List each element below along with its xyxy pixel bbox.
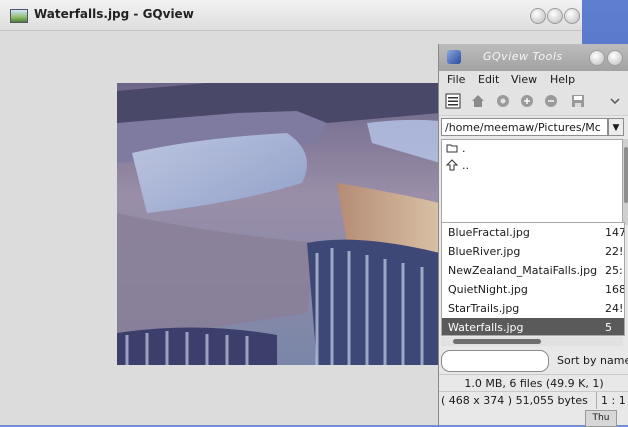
gqview-icon bbox=[447, 50, 461, 64]
file-name: Waterfalls.jpg bbox=[448, 321, 524, 334]
zoom-level: 1 : 1 bbox=[596, 392, 626, 409]
menu-help[interactable]: Help bbox=[550, 73, 575, 86]
file-row[interactable]: NewZealand_MataiFalls.jpg 25: bbox=[442, 261, 624, 280]
file-size: 5 bbox=[605, 321, 612, 334]
path-dropdown-chevron-icon[interactable]: ▼ bbox=[608, 118, 624, 136]
file-name: QuietNight.jpg bbox=[448, 283, 528, 296]
waterfall-photo bbox=[117, 83, 440, 365]
up-arrow-icon bbox=[446, 159, 458, 171]
menu-edit[interactable]: Edit bbox=[478, 73, 499, 86]
path-combo-input[interactable]: /home/meemaw/Pictures/Mc bbox=[441, 118, 608, 136]
file-name: NewZealand_MataiFalls.jpg bbox=[448, 264, 598, 277]
main-titlebar[interactable]: Waterfalls.jpg - GQview bbox=[0, 0, 582, 31]
tools-maximize-button[interactable] bbox=[607, 50, 623, 66]
scrollbar-thumb[interactable] bbox=[624, 147, 628, 203]
directory-scrollbar[interactable] bbox=[623, 139, 628, 225]
file-row[interactable]: BlueFractal.jpg 147 bbox=[442, 223, 624, 242]
status-files: 1.0 MB, 6 files (49.9 K, 1) bbox=[439, 374, 628, 392]
menu-file[interactable]: File bbox=[447, 73, 465, 86]
file-size: 22! bbox=[605, 245, 624, 258]
file-list-horizontal-scrollbar[interactable] bbox=[441, 337, 623, 346]
filter-input[interactable] bbox=[441, 350, 549, 372]
dir-row-current[interactable]: . bbox=[442, 140, 622, 157]
file-name: BlueFractal.jpg bbox=[448, 226, 530, 239]
file-row[interactable]: QuietNight.jpg 168 bbox=[442, 280, 624, 299]
tools-window-title: GQview Tools bbox=[483, 50, 563, 63]
file-row-selected[interactable]: Waterfalls.jpg 5 bbox=[442, 318, 624, 335]
scrollbar-thumb[interactable] bbox=[453, 339, 541, 344]
zoom-in-icon[interactable] bbox=[519, 93, 535, 109]
minimize-button[interactable] bbox=[530, 8, 546, 24]
dir-row-parent[interactable]: .. bbox=[442, 157, 622, 174]
file-list: BlueFractal.jpg 147 BlueRiver.jpg 22! NewZ… bbox=[441, 222, 625, 336]
file-size: 147 bbox=[605, 226, 625, 239]
toolbar bbox=[439, 89, 628, 116]
list-view-icon[interactable] bbox=[445, 93, 461, 109]
file-size: 25: bbox=[605, 264, 623, 277]
close-button[interactable] bbox=[564, 8, 580, 24]
home-icon[interactable] bbox=[470, 93, 486, 109]
folder-icon bbox=[446, 144, 458, 153]
dir-label: . bbox=[462, 142, 466, 155]
file-name: BlueRiver.jpg bbox=[448, 245, 521, 258]
file-row[interactable]: BlueRiver.jpg 22! bbox=[442, 242, 624, 261]
directory-list: . .. bbox=[441, 139, 623, 227]
chevron-down-icon[interactable] bbox=[607, 93, 623, 109]
maximize-button[interactable] bbox=[547, 8, 563, 24]
tools-minimize-button[interactable] bbox=[589, 50, 605, 66]
file-name: StarTrails.jpg bbox=[448, 302, 520, 315]
path-row: /home/meemaw/Pictures/Mc ▼ bbox=[439, 116, 628, 138]
file-size: 168 bbox=[605, 283, 625, 296]
file-size: 24! bbox=[605, 302, 624, 315]
refresh-icon[interactable] bbox=[495, 93, 511, 109]
tools-window: GQview Tools File Edit View Help /home/m… bbox=[438, 44, 628, 425]
taskbar-clock[interactable]: Thu bbox=[585, 410, 617, 427]
menu-view[interactable]: View bbox=[511, 73, 537, 86]
zoom-out-icon[interactable] bbox=[543, 93, 559, 109]
menu-bar: File Edit View Help bbox=[439, 71, 628, 89]
tools-titlebar[interactable]: GQview Tools bbox=[439, 44, 628, 71]
save-icon[interactable] bbox=[570, 93, 586, 109]
status-image-bar: ( 468 x 374 ) 51,055 bytes 1 : 1 bbox=[439, 391, 628, 409]
file-row[interactable]: StarTrails.jpg 24! bbox=[442, 299, 624, 318]
status-image-info: ( 468 x 374 ) 51,055 bytes bbox=[441, 394, 588, 407]
sort-by-button[interactable]: Sort by name bbox=[557, 354, 628, 367]
dir-label: .. bbox=[462, 159, 469, 172]
window-title: Waterfalls.jpg - GQview bbox=[34, 7, 194, 21]
app-icon bbox=[10, 9, 28, 23]
